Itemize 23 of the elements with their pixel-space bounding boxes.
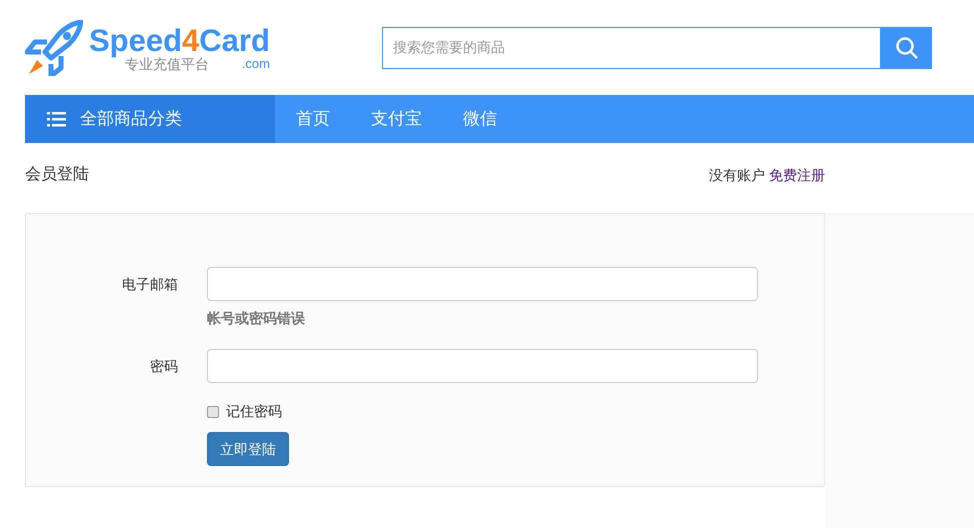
error-message: 帐号或密码错误 [207,310,305,326]
signup-prompt: 没有账户 [709,166,765,184]
search-button[interactable] [881,26,932,68]
nav-link[interactable]: 微信 [463,106,497,132]
nav-link[interactable]: 首页 [296,106,330,132]
login-button[interactable]: 立即登陆 [207,432,289,466]
field-label: 电子邮箱 [121,274,178,294]
field-label: 密码 [149,356,178,376]
signup-link[interactable]: 免费注册 [769,164,825,186]
search-icon [894,36,918,60]
remember-label: 记住密码 [226,402,282,421]
nav-link[interactable]: 支付宝 [371,106,422,132]
logo-domain: .com [242,56,270,70]
category-menu-button[interactable]: 全部商品分类 [25,95,275,143]
logo-wordmark: Speed4Card [89,24,270,56]
search-field[interactable]: 搜索您需要的商品 [382,26,881,68]
email-field[interactable] [207,267,758,301]
remember-checkbox[interactable] [207,406,219,418]
rocket-logo-icon [25,20,83,76]
menu-icon [47,112,66,126]
page-title: 会员登陆 [25,164,89,185]
password-field[interactable] [207,349,758,383]
logo-tagline: 专业充值平台 [125,56,209,70]
